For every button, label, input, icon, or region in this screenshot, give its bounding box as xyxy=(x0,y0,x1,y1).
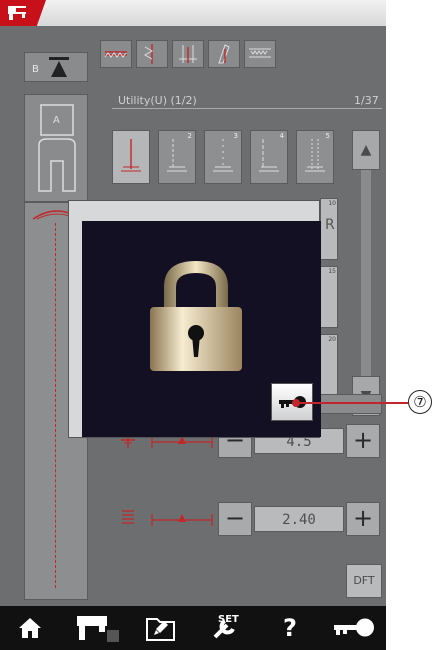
bobbin-button[interactable]: B xyxy=(24,52,88,82)
settings-button[interactable]: SET xyxy=(198,610,254,646)
mode-switch-icon xyxy=(77,616,119,642)
tile-label: R xyxy=(325,217,335,233)
bobbin-label: B xyxy=(32,64,39,75)
needle-line xyxy=(55,223,56,588)
stitch-number: 4 xyxy=(279,132,284,140)
stitch-button-5[interactable]: 5 xyxy=(296,130,334,184)
tool-button-quilting[interactable] xyxy=(208,40,240,68)
tile-number: 10 xyxy=(328,200,336,207)
callout-marker: ⑦ xyxy=(408,390,432,414)
length-indicator-icon xyxy=(151,514,213,526)
length-minus-button[interactable]: − xyxy=(218,502,252,536)
stitch-length-icon xyxy=(122,510,134,524)
memory-icon xyxy=(146,618,175,641)
quilting-icon xyxy=(218,44,230,64)
default-button[interactable]: DFT xyxy=(346,564,382,598)
callout-line xyxy=(296,402,408,404)
stitch-button-2[interactable]: 2 xyxy=(158,130,196,184)
stitch-button-4[interactable]: 4 xyxy=(250,130,288,184)
stitch-scrollbar[interactable]: ▲ ▼ xyxy=(352,130,380,416)
mode-switch-button[interactable] xyxy=(70,610,126,646)
callout-dot xyxy=(292,399,300,407)
home-icon xyxy=(19,618,41,638)
satin-stitch-icon xyxy=(179,45,197,63)
stitch-number: 2 xyxy=(187,132,192,140)
tool-button-satin[interactable] xyxy=(172,40,204,68)
stitch-button-3[interactable]: 3 xyxy=(204,130,242,184)
help-icon: ? xyxy=(283,614,297,642)
lock-key-button[interactable] xyxy=(328,610,380,646)
tile-number: 20 xyxy=(328,336,336,343)
settings-label: SET xyxy=(218,614,239,625)
stitch-tile-20[interactable]: 20 xyxy=(320,334,338,396)
tool-button-decorative[interactable] xyxy=(244,40,276,68)
svg-text:A: A xyxy=(53,115,60,126)
length-plus-button[interactable]: + xyxy=(346,502,380,536)
width-plus-button[interactable]: + xyxy=(346,424,380,458)
buttonhole-icon xyxy=(104,51,127,58)
stitch-number: 5 xyxy=(325,132,330,140)
length-value: 2.40 xyxy=(254,506,344,532)
top-bar xyxy=(0,0,386,26)
mode-title: Utility(U) (1/2) xyxy=(118,94,197,107)
overlock-icon xyxy=(143,44,154,64)
memory-button[interactable] xyxy=(138,610,184,646)
lock-key-icon xyxy=(334,618,374,637)
bobbin-icon xyxy=(49,57,69,77)
triangle-up-icon: ▲ xyxy=(360,142,372,158)
stitch-tile-15[interactable]: 15 xyxy=(320,266,338,328)
presser-foot-icon: A xyxy=(38,104,76,192)
bottom-nav-bar: SET ? xyxy=(0,606,386,650)
tile-number: 15 xyxy=(328,268,336,275)
straight-stitch-icon xyxy=(121,139,141,172)
decorative-stitch-icon xyxy=(249,48,271,58)
scroll-up-button[interactable]: ▲ xyxy=(352,130,380,170)
scroll-bar[interactable] xyxy=(361,170,371,376)
stitch-length-control: − 2.40 + xyxy=(110,500,382,536)
stitch-button-1[interactable] xyxy=(112,130,150,184)
mode-divider xyxy=(112,108,382,109)
stitch-tile-10[interactable]: 10 R xyxy=(320,198,338,260)
stitch-count: 1/37 xyxy=(354,94,379,107)
presser-foot-button[interactable]: A xyxy=(24,94,88,202)
padlock-icon xyxy=(150,261,242,371)
machine-logo-icon xyxy=(0,0,46,26)
help-button[interactable]: ? xyxy=(272,610,308,646)
tool-button-overlock[interactable] xyxy=(136,40,168,68)
home-button[interactable] xyxy=(10,610,50,646)
tool-button-buttonhole[interactable] xyxy=(100,40,132,68)
stitch-number: 3 xyxy=(233,132,238,140)
